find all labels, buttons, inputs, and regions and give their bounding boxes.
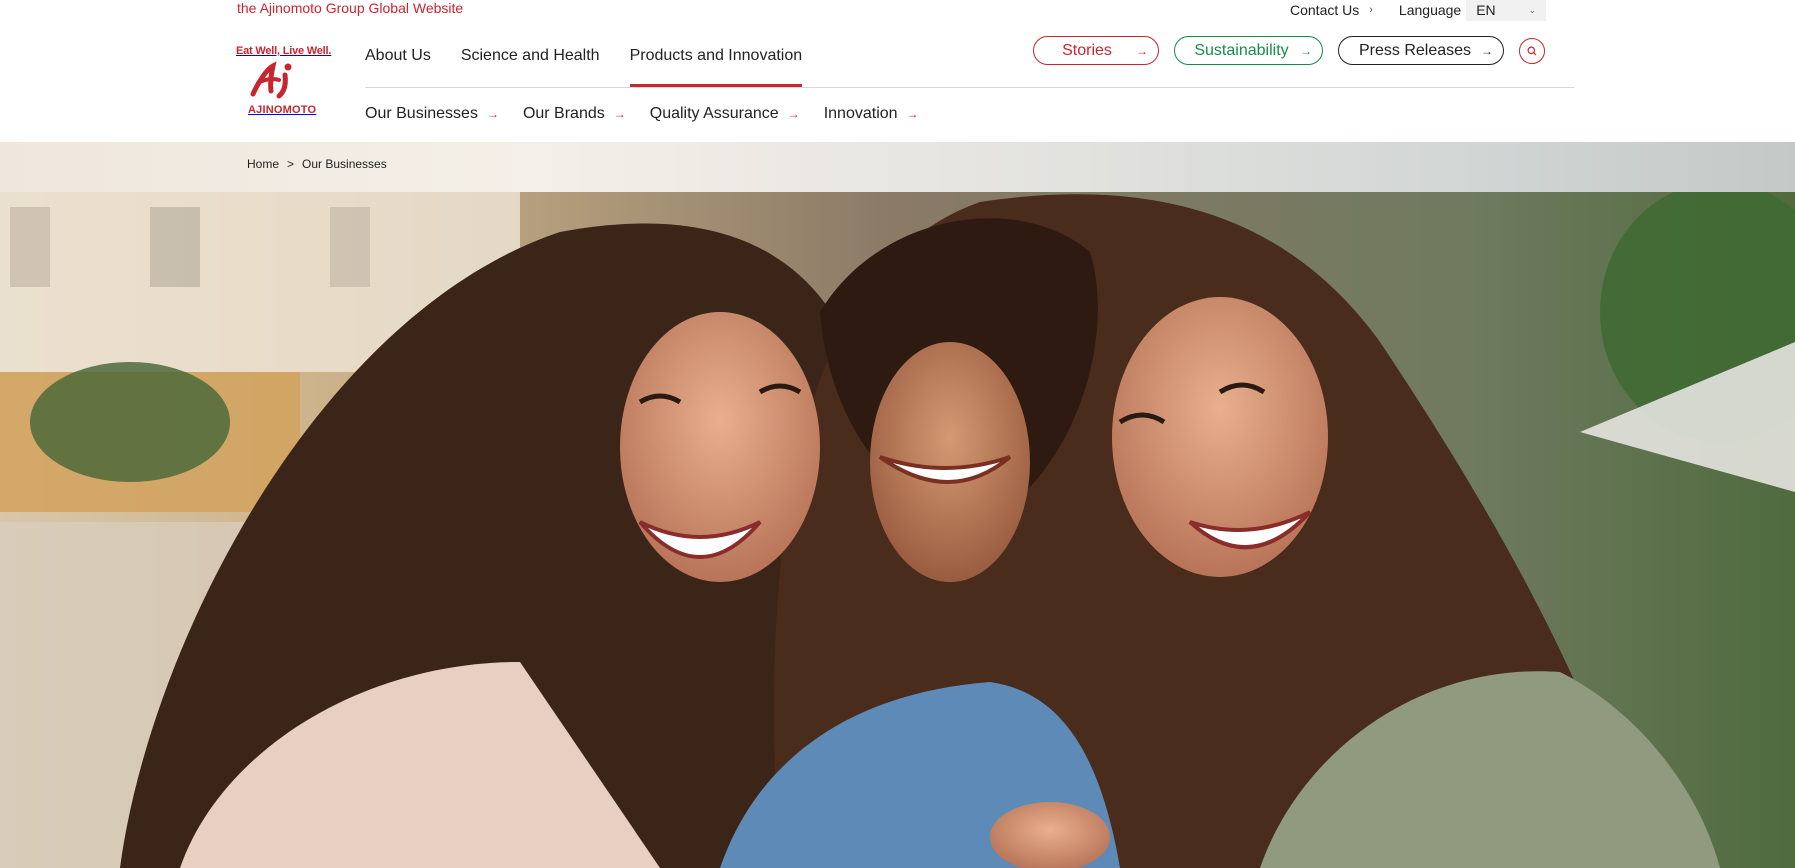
sustainability-button[interactable]: Sustainability →: [1174, 36, 1323, 65]
stories-label: Stories: [1062, 41, 1112, 59]
arrow-right-icon: →: [1136, 43, 1148, 58]
breadcrumb-separator: >: [287, 157, 295, 171]
language-select[interactable]: EN ⌄: [1466, 0, 1547, 21]
arrow-right-icon: →: [1481, 43, 1493, 58]
arrow-right-icon: →: [613, 107, 626, 121]
subnav-quality-assurance[interactable]: Quality Assurance →: [650, 105, 800, 123]
utility-bar: Contact Us › Language EN ⌄: [1290, 0, 1547, 21]
quick-links: Stories → Sustainability → Press Release…: [1033, 36, 1545, 65]
ajinomoto-logo[interactable]: Eat Well, Live Well. AJINOMOTO: [236, 45, 332, 119]
subnav-label: Our Businesses: [365, 105, 478, 122]
site-header: the Ajinomoto Group Global Website Conta…: [0, 0, 1795, 142]
contact-us-link[interactable]: Contact Us ›: [1290, 2, 1373, 18]
language-value: EN: [1476, 2, 1496, 18]
sustainability-label: Sustainability: [1194, 41, 1289, 59]
nav-products-and-innovation[interactable]: Products and Innovation: [629, 47, 802, 87]
contact-us-label: Contact Us: [1290, 2, 1360, 18]
breadcrumb-home[interactable]: Home: [247, 157, 279, 171]
breadcrumb: Home > Our Businesses: [0, 142, 1795, 192]
chevron-right-icon: ›: [1369, 4, 1373, 16]
press-releases-label: Press Releases: [1358, 41, 1472, 59]
sub-navigation: Our Businesses → Our Brands → Quality As…: [365, 105, 943, 123]
logo-wordmark: AJINOMOTO: [248, 104, 317, 116]
arrow-right-icon: →: [787, 107, 800, 121]
page: the Ajinomoto Group Global Website Conta…: [0, 0, 1795, 868]
subnav-innovation[interactable]: Innovation →: [824, 105, 919, 123]
chevron-down-icon: ⌄: [1528, 4, 1537, 15]
subnav-label: Innovation: [823, 105, 898, 122]
nav-about-us[interactable]: About Us: [365, 47, 431, 87]
hero-image: [0, 192, 1795, 868]
search-icon: [1527, 46, 1537, 55]
subnav-our-businesses[interactable]: Our Businesses →: [365, 105, 499, 123]
arrow-right-icon: →: [1300, 43, 1312, 58]
breadcrumb-current: Our Businesses: [302, 157, 387, 171]
arrow-right-icon: →: [906, 107, 919, 121]
logo-tagline: Eat Well, Live Well.: [236, 45, 332, 57]
main-navigation: About Us Science and Health Products and…: [365, 47, 832, 87]
language-label: Language: [1398, 2, 1462, 18]
stories-button[interactable]: Stories →: [1033, 36, 1159, 65]
global-website-link[interactable]: the Ajinomoto Group Global Website: [237, 0, 463, 16]
press-releases-button[interactable]: Press Releases →: [1338, 36, 1504, 65]
search-button[interactable]: [1519, 37, 1545, 64]
subnav-label: Quality Assurance: [649, 105, 779, 122]
hero-photo-three-women-laughing: [0, 192, 1795, 868]
subnav-our-brands[interactable]: Our Brands →: [523, 105, 626, 123]
arrow-right-icon: →: [486, 107, 499, 121]
nav-divider: [365, 87, 1574, 88]
aji-monogram-icon: [250, 61, 292, 99]
subnav-label: Our Brands: [522, 105, 605, 122]
nav-science-and-health[interactable]: Science and Health: [461, 47, 600, 87]
